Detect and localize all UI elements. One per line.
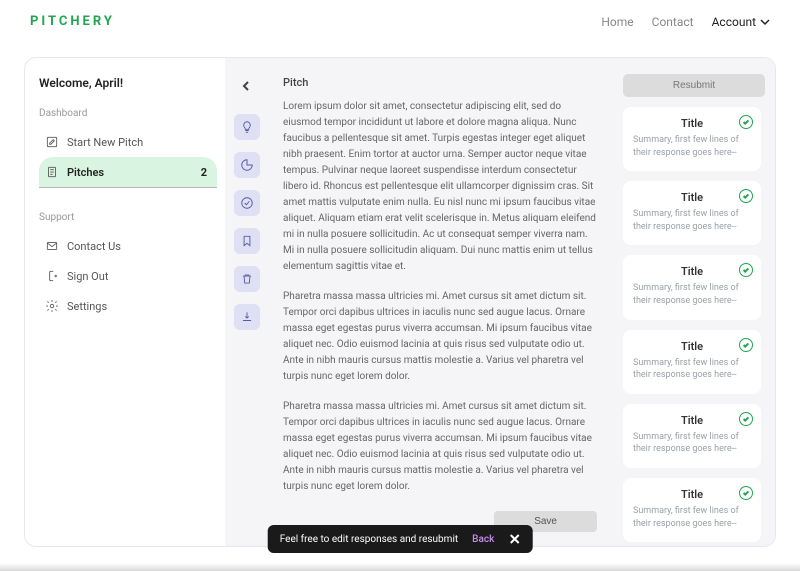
sidebar-section-support: Support: [39, 212, 217, 223]
nav-account-label: Account: [712, 15, 756, 29]
sidebar-item-start-new-pitch[interactable]: Start New Pitch: [39, 127, 217, 157]
sidebar-item-label: Contact Us: [67, 240, 121, 253]
content-paragraph: Lorem ipsum dolor sit amet, consectetur …: [283, 99, 597, 275]
tool-tile-chart[interactable]: [234, 152, 260, 178]
card-title: Title: [633, 117, 751, 130]
response-card[interactable]: Title Summary, first few lines of their …: [623, 107, 761, 171]
brand-logo: PITCHERY: [30, 14, 115, 29]
tool-tile-check[interactable]: [234, 190, 260, 216]
sidebar-item-settings[interactable]: Settings: [39, 291, 217, 321]
response-card[interactable]: Title Summary, first few lines of their …: [623, 330, 761, 394]
check-circle-icon: [739, 486, 753, 500]
pitch-content: Pitch Lorem ipsum dolor sit amet, consec…: [269, 58, 617, 546]
sidebar-item-label: Settings: [67, 300, 107, 313]
card-summary: Summary, first few lines of their respon…: [633, 357, 751, 382]
check-circle-icon: [739, 412, 753, 426]
card-summary: Summary, first few lines of their respon…: [633, 134, 751, 159]
sign-out-icon: [45, 269, 59, 283]
card-summary: Summary, first few lines of their respon…: [633, 505, 751, 530]
chevron-down-icon: [760, 17, 770, 27]
pie-chart-icon: [240, 158, 254, 172]
sidebar-section-dashboard: Dashboard: [39, 108, 217, 119]
content-paragraph: Pharetra massa massa ultricies mi. Amet …: [283, 289, 597, 385]
toast-message: Feel free to edit responses and resubmit: [280, 534, 458, 545]
card-summary: Summary, first few lines of their respon…: [633, 208, 751, 233]
sidebar-item-sign-out[interactable]: Sign Out: [39, 261, 217, 291]
chevron-left-icon: [242, 81, 252, 91]
response-card[interactable]: Title Summary, first few lines of their …: [623, 181, 761, 245]
welcome-text: Welcome, April!: [39, 76, 217, 90]
sidebar-item-label: Start New Pitch: [67, 136, 143, 149]
tool-tile-idea[interactable]: [234, 114, 260, 140]
trash-icon: [240, 272, 254, 286]
lightbulb-icon: [240, 120, 254, 134]
sidebar-item-label: Sign Out: [67, 270, 108, 283]
toast-back-link[interactable]: Back: [472, 534, 494, 545]
tool-tile-bookmark[interactable]: [234, 228, 260, 254]
sidebar-item-label: Pitches: [67, 166, 104, 179]
card-summary: Summary, first few lines of their respon…: [633, 282, 751, 307]
card-title: Title: [633, 191, 751, 204]
nav-account[interactable]: Account: [712, 15, 770, 29]
card-summary: Summary, first few lines of their respon…: [633, 431, 751, 456]
main-panel: Welcome, April! Dashboard Start New Pitc…: [24, 57, 776, 547]
document-icon: [45, 165, 59, 179]
sidebar-item-contact-us[interactable]: Contact Us: [39, 231, 217, 261]
resubmit-button[interactable]: Resubmit: [623, 74, 765, 97]
gear-icon: [45, 299, 59, 313]
content-paragraph: Pharetra massa massa ultricies mi. Amet …: [283, 399, 597, 495]
response-card-list[interactable]: Title Summary, first few lines of their …: [623, 107, 765, 546]
check-circle-icon: [739, 115, 753, 129]
download-icon: [240, 310, 254, 324]
bookmark-icon: [240, 234, 254, 248]
back-button[interactable]: [237, 76, 257, 96]
edit-icon: [45, 135, 59, 149]
response-card[interactable]: Title Summary, first few lines of their …: [623, 404, 761, 468]
card-title: Title: [633, 340, 751, 353]
content-title: Pitch: [283, 76, 597, 89]
pitches-count-badge: 2: [201, 166, 207, 179]
app-header: PITCHERY Home Contact Account: [0, 0, 800, 39]
check-circle-icon: [240, 196, 254, 210]
tool-icon-column: [225, 58, 269, 546]
card-title: Title: [633, 265, 751, 278]
sidebar-item-pitches[interactable]: Pitches 2: [39, 157, 217, 188]
content-body: Lorem ipsum dolor sit amet, consectetur …: [283, 99, 597, 505]
card-title: Title: [633, 488, 751, 501]
tool-tile-download[interactable]: [234, 304, 260, 330]
toast-notification: Feel free to edit responses and resubmit…: [268, 525, 533, 553]
sidebar: Welcome, April! Dashboard Start New Pitc…: [25, 58, 225, 546]
responses-column: Resubmit Title Summary, first few lines …: [617, 58, 775, 546]
tool-tile-delete[interactable]: [234, 266, 260, 292]
nav-home[interactable]: Home: [601, 15, 633, 29]
check-circle-icon: [739, 338, 753, 352]
nav-contact[interactable]: Contact: [652, 15, 694, 29]
mail-icon: [45, 239, 59, 253]
top-nav: Home Contact Account: [601, 15, 770, 29]
card-title: Title: [633, 414, 751, 427]
response-card[interactable]: Title Summary, first few lines of their …: [623, 255, 761, 319]
response-card[interactable]: Title Summary, first few lines of their …: [623, 478, 761, 542]
close-icon[interactable]: [508, 533, 520, 545]
